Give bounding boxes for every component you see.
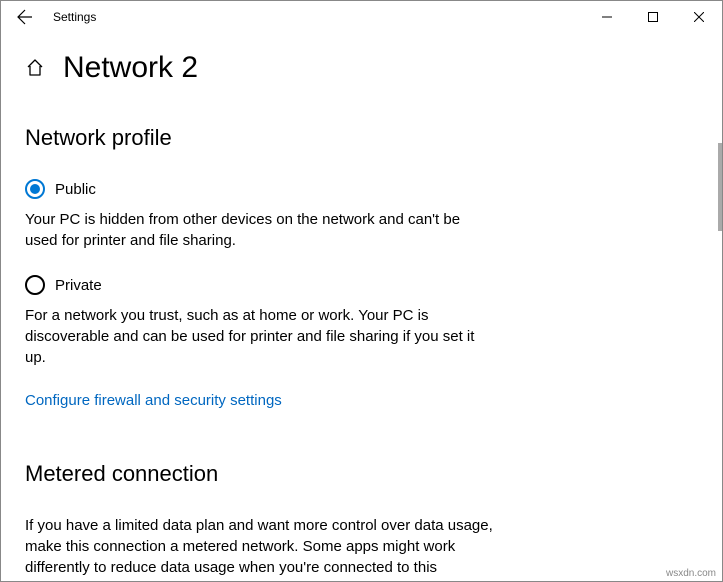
- page-title: Network 2: [63, 51, 198, 85]
- radio-public[interactable]: Public: [25, 179, 698, 199]
- radio-public-label: Public: [55, 181, 96, 198]
- close-button[interactable]: [676, 1, 722, 33]
- home-icon[interactable]: [25, 58, 45, 78]
- minimize-icon: [602, 12, 612, 22]
- maximize-button[interactable]: [630, 1, 676, 33]
- radio-private[interactable]: Private: [25, 275, 698, 295]
- window-title: Settings: [53, 10, 96, 24]
- content-area: Network 2 Network profile Public Your PC…: [1, 33, 722, 581]
- network-profile-header: Network profile: [25, 125, 698, 151]
- back-arrow-icon: [17, 9, 33, 25]
- radio-private-indicator: [25, 275, 45, 295]
- titlebar: Settings: [1, 1, 722, 33]
- maximize-icon: [648, 12, 658, 22]
- page-title-row: Network 2: [25, 51, 698, 85]
- close-icon: [694, 12, 704, 22]
- firewall-link[interactable]: Configure firewall and security settings: [25, 392, 282, 409]
- private-description: For a network you trust, such as at home…: [25, 305, 495, 368]
- public-description: Your PC is hidden from other devices on …: [25, 209, 495, 251]
- metered-connection-header: Metered connection: [25, 461, 698, 487]
- minimize-button[interactable]: [584, 1, 630, 33]
- window-controls: [584, 1, 722, 33]
- watermark: wsxdn.com: [666, 568, 716, 579]
- radio-private-label: Private: [55, 277, 102, 294]
- metered-description: If you have a limited data plan and want…: [25, 515, 495, 581]
- back-button[interactable]: [9, 1, 41, 33]
- radio-public-indicator: [25, 179, 45, 199]
- scrollbar[interactable]: [718, 143, 722, 231]
